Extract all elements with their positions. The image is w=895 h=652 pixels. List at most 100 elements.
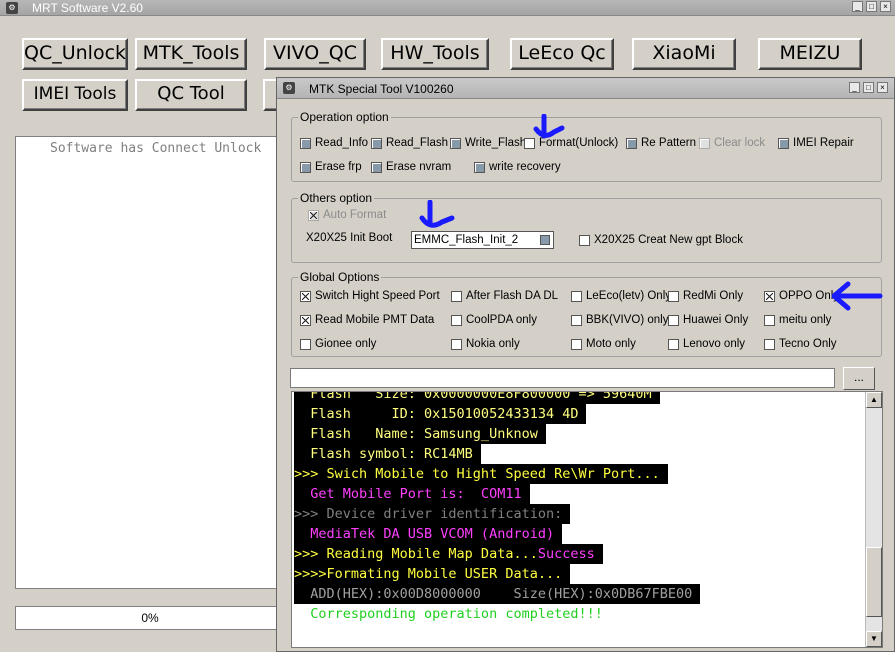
init-boot-label: X20X25 Init Boot (306, 232, 393, 244)
huawei-only-checkbox[interactable]: Huawei Only (668, 314, 748, 326)
leeco-only-checkbox[interactable]: LeEco(letv) Only (571, 290, 671, 302)
checkbox-box[interactable] (668, 314, 679, 326)
checkbox-box[interactable] (300, 137, 311, 149)
hw-tools-button[interactable]: HW_Tools (381, 38, 489, 70)
dialog-maximize-icon[interactable]: □ (863, 82, 874, 93)
console-scrollbar[interactable]: ▲ ▼ (865, 392, 882, 647)
dialog-minimize-icon[interactable]: _ (849, 82, 860, 93)
checkbox-box[interactable] (300, 290, 311, 302)
meitu-only-label: meitu only (779, 314, 832, 326)
checkbox-box[interactable] (579, 234, 590, 246)
nokia-only-label: Nokia only (466, 338, 520, 350)
qc-tool-button[interactable]: QC Tool (135, 79, 247, 111)
console-line: >>> Swich Mobile to Hight Speed Re\Wr Po… (294, 464, 668, 484)
checkbox-box[interactable] (778, 137, 789, 149)
read-mobile-pmt-data-checkbox[interactable]: Read Mobile PMT Data (300, 314, 434, 326)
bbk-vivo-only-checkbox[interactable]: BBK(VIVO) only (571, 314, 668, 326)
dropdown-arrow-icon[interactable] (540, 235, 550, 245)
erase-nvram-checkbox[interactable]: Erase nvram (371, 161, 451, 173)
coolpda-only-label: CoolPDA only (466, 314, 537, 326)
checkbox-box[interactable] (764, 290, 775, 302)
gionee-only-checkbox[interactable]: Gionee only (300, 338, 376, 350)
checkbox-box (699, 137, 710, 149)
re-pattern-lock-checkbox[interactable]: Re Pattern lo (626, 137, 700, 149)
main-log-text: Software has Connect Unlock (50, 141, 262, 156)
main-window-title: MRT Software V2.60 (32, 1, 143, 15)
checkbox-box[interactable] (626, 137, 637, 149)
switch-hight-speed-port-checkbox[interactable]: Switch Hight Speed Port (300, 290, 440, 302)
dialog-close-icon[interactable]: × (877, 82, 888, 93)
checkbox-box[interactable] (300, 161, 311, 173)
vivo-qc-button[interactable]: VIVO_QC (264, 38, 366, 70)
mtk-tools-button[interactable]: MTK_Tools (135, 38, 247, 70)
write-flash-checkbox[interactable]: Write_Flash (450, 137, 526, 149)
checkbox-box[interactable] (474, 161, 485, 173)
nokia-only-checkbox[interactable]: Nokia only (451, 338, 520, 350)
bbk-vivo-only-label: BBK(VIVO) only (586, 314, 669, 326)
file-path-input[interactable] (290, 368, 835, 388)
main-title-bar: ⚙ MRT Software V2.60 _ □ × (0, 0, 895, 16)
meizu-button[interactable]: MEIZU (758, 38, 862, 70)
dialog-icon: ⚙ (283, 82, 295, 94)
checkbox-box[interactable] (371, 137, 382, 149)
imei-repair-label: IMEI Repair (793, 137, 854, 149)
coolpda-only-checkbox[interactable]: CoolPDA only (451, 314, 537, 326)
browse-button[interactable]: ... (843, 367, 875, 390)
checkbox-box[interactable] (764, 338, 775, 350)
after-flash-da-dl-label: After Flash DA DL (466, 290, 559, 302)
checkbox-box[interactable] (668, 338, 679, 350)
maximize-icon[interactable]: □ (866, 1, 877, 12)
checkbox-box[interactable] (451, 314, 462, 326)
console-line: ADD(HEX):0x00D8000000 Size(HEX):0x0DB67F… (294, 584, 701, 604)
console-line-text: Flash Name: Samsung_Unknow (294, 426, 538, 442)
annotation-arrow-left-icon (831, 281, 883, 311)
console-line-text: >>>>Formating Mobile USER Data... (294, 566, 563, 582)
erase-frp-checkbox[interactable]: Erase frp (300, 161, 362, 173)
checkbox-box[interactable] (451, 290, 462, 302)
close-icon[interactable]: × (880, 1, 891, 12)
lenovo-only-label: Lenovo only (683, 338, 746, 350)
xiaomi-button[interactable]: XiaoMi (632, 38, 736, 70)
auto-format-checkbox: Auto Format (308, 209, 386, 221)
minimize-icon[interactable]: _ (852, 1, 863, 12)
checkbox-box[interactable] (450, 137, 461, 149)
checkbox-box[interactable] (571, 290, 582, 302)
scroll-down-icon[interactable]: ▼ (866, 631, 882, 647)
checkbox-box[interactable] (371, 161, 382, 173)
redmi-only-checkbox[interactable]: RedMi Only (668, 290, 743, 302)
creat-gpt-checkbox[interactable]: X20X25 Creat New gpt Block (579, 234, 743, 246)
tecno-only-checkbox[interactable]: Tecno Only (764, 338, 837, 350)
console-line: Flash symbol: RC14MB (294, 444, 481, 464)
dialog-title: MTK Special Tool V100260 (309, 82, 454, 96)
checkbox-box[interactable] (764, 314, 775, 326)
console-line-text: Corresponding operation completed!!! (294, 606, 603, 622)
lenovo-only-checkbox[interactable]: Lenovo only (668, 338, 745, 350)
tecno-only-label: Tecno Only (779, 338, 837, 350)
checkbox-box[interactable] (571, 338, 582, 350)
read-flash-checkbox[interactable]: Read_Flash (371, 137, 448, 149)
imei-tools-button[interactable]: IMEI Tools (22, 79, 128, 111)
checkbox-box[interactable] (300, 314, 311, 326)
write-recovery-checkbox[interactable]: write recovery (474, 161, 561, 173)
moto-only-checkbox[interactable]: Moto only (571, 338, 636, 350)
read-info-checkbox[interactable]: Read_Info (300, 137, 368, 149)
after-flash-da-dl-checkbox[interactable]: After Flash DA DL (451, 290, 558, 302)
erase-nvram-label: Erase nvram (386, 161, 452, 173)
annotation-arrow-down-icon-2 (419, 200, 455, 228)
checkbox-box[interactable] (571, 314, 582, 326)
meitu-only-checkbox[interactable]: meitu only (764, 314, 831, 326)
checkbox-box[interactable] (668, 290, 679, 302)
init-boot-select[interactable]: EMMC_Flash_Init_2 (411, 231, 554, 249)
switch-hight-speed-port-label: Switch Hight Speed Port (315, 290, 440, 302)
scroll-up-icon[interactable]: ▲ (866, 392, 882, 408)
auto-format-label: Auto Format (323, 209, 387, 221)
others-option-group: Others option Auto Format X20X25 Init Bo… (291, 191, 882, 263)
console-line: >>>>Formating Mobile USER Data... (294, 564, 571, 584)
checkbox-box[interactable] (451, 338, 462, 350)
checkbox-box[interactable] (300, 338, 311, 350)
console-line-suffix: Success (537, 546, 595, 562)
scroll-thumb[interactable] (866, 547, 882, 617)
leeco-qc-button[interactable]: LeEco Qc (510, 38, 614, 70)
imei-repair-checkbox[interactable]: IMEI Repair (778, 137, 854, 149)
qc-unlock-button[interactable]: QC_Unlock (22, 38, 128, 70)
